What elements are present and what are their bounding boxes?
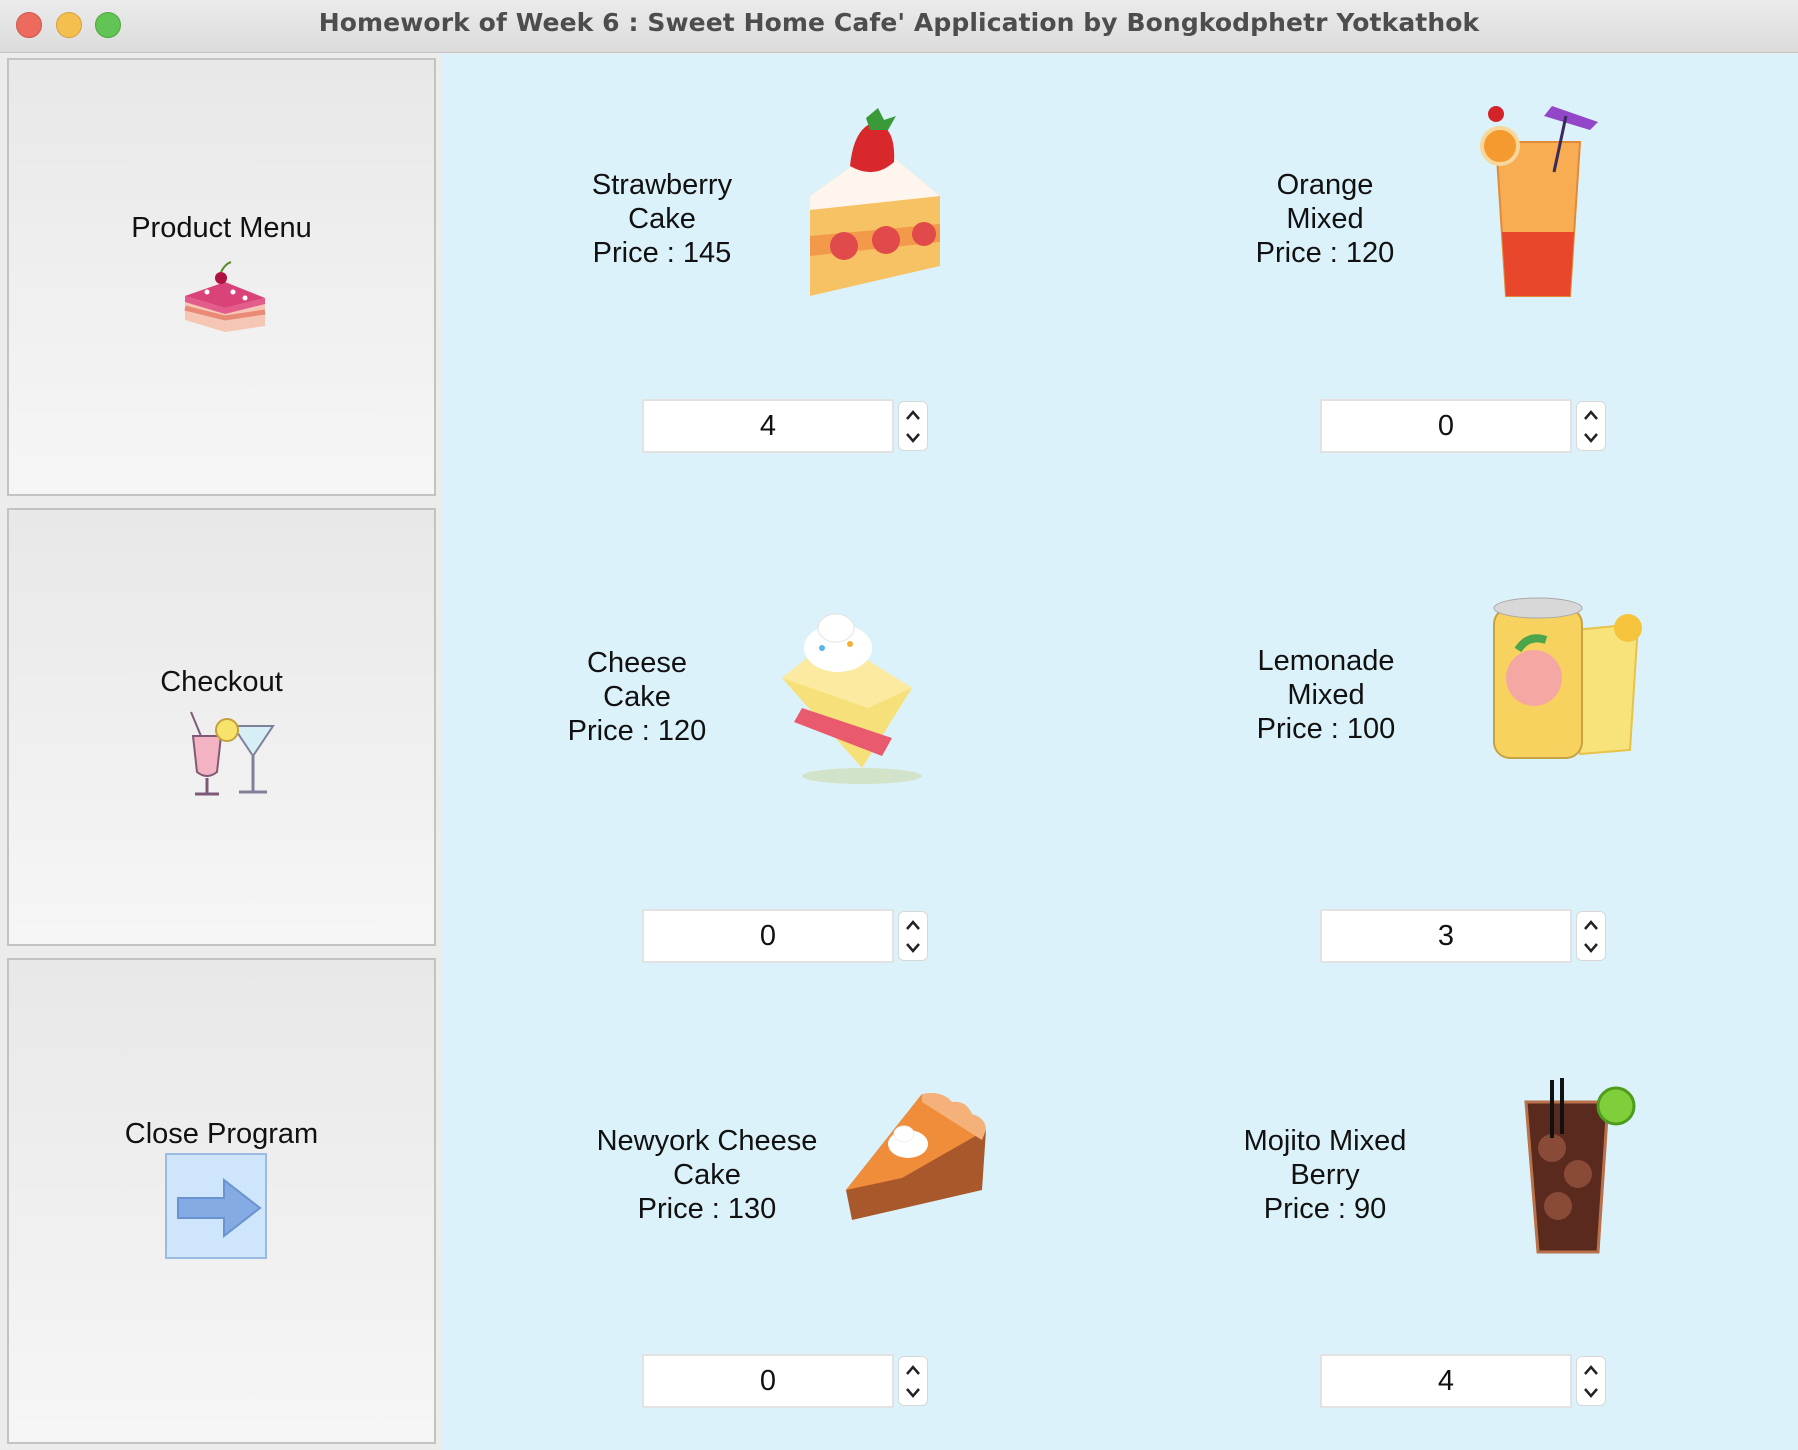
chevron-up-icon[interactable] <box>1577 913 1605 937</box>
product-price: Price : 130 <box>637 1193 777 1225</box>
quantity-field[interactable]: 0 <box>642 909 894 963</box>
chevron-up-icon[interactable] <box>899 1358 927 1382</box>
product-grid: Strawberry Cake Price : 145 4 Orange Mix… <box>442 54 1798 1450</box>
product-item: Orange Mixed Price : 120 <box>1240 168 1410 270</box>
chevron-up-icon[interactable] <box>899 913 927 937</box>
product-menu-button[interactable]: Product Menu <box>7 58 436 496</box>
chevron-down-icon[interactable] <box>899 936 927 960</box>
mojito-mixed-berry-qty-spinner[interactable]: 4 <box>1320 1354 1606 1408</box>
cheese-cake-qty-spinner[interactable]: 0 <box>642 909 928 963</box>
spinner-arrows <box>898 911 928 961</box>
spinner-arrows <box>1576 401 1606 451</box>
product-name: Mojito Mixed Berry <box>1243 1125 1407 1191</box>
close-program-button[interactable]: Close Program <box>7 958 436 1444</box>
cake-icon <box>184 261 266 332</box>
product-name: Cheese Cake <box>587 647 687 713</box>
product-price: Price : 120 <box>1255 237 1395 269</box>
pie-icon <box>846 1093 986 1220</box>
chevron-down-icon[interactable] <box>1577 1381 1605 1405</box>
orange-mixed-qty-spinner[interactable]: 0 <box>1320 399 1606 453</box>
chevron-down-icon[interactable] <box>1577 426 1605 450</box>
spinner-arrows <box>898 401 928 451</box>
quantity-field[interactable]: 3 <box>1320 909 1572 963</box>
strawberry-cake-qty-spinner[interactable]: 4 <box>642 399 928 453</box>
window-title: Homework of Week 6 : Sweet Home Cafe' Ap… <box>318 8 1480 37</box>
product-price: Price : 90 <box>1263 1193 1387 1225</box>
product-item: Strawberry Cake Price : 145 <box>562 168 762 270</box>
product-item: Lemonade Mixed Price : 100 <box>1222 644 1430 746</box>
product-item: Cheese Cake Price : 120 <box>552 646 722 748</box>
spinner-arrows <box>1576 1356 1606 1406</box>
newyork-cheese-cake-qty-spinner[interactable]: 0 <box>642 1354 928 1408</box>
product-name: Newyork Cheese Cake <box>596 1125 818 1191</box>
product-name: Strawberry Cake <box>591 169 733 235</box>
product-name: Orange Mixed <box>1276 169 1374 235</box>
chevron-up-icon[interactable] <box>1577 1358 1605 1382</box>
chevron-up-icon[interactable] <box>1577 403 1605 427</box>
mojito-icon <box>1524 1078 1636 1254</box>
title-bar: Homework of Week 6 : Sweet Home Cafe' Ap… <box>0 0 1798 53</box>
lemonade-mixed-qty-spinner[interactable]: 3 <box>1320 909 1606 963</box>
arrow-right-icon <box>165 1153 267 1259</box>
chevron-down-icon[interactable] <box>899 426 927 450</box>
chevron-down-icon[interactable] <box>1577 936 1605 960</box>
close-program-label: Close Program <box>124 1118 319 1150</box>
product-menu-label: Product Menu <box>131 212 312 244</box>
checkout-label: Checkout <box>160 666 283 698</box>
chevron-down-icon[interactable] <box>899 1381 927 1405</box>
checkout-button[interactable]: Checkout <box>7 508 436 946</box>
product-name: Lemonade Mixed <box>1257 645 1395 711</box>
cocktail-icon <box>190 711 275 796</box>
spinner-arrows <box>898 1356 928 1406</box>
quantity-field[interactable]: 0 <box>1320 399 1572 453</box>
quantity-field[interactable]: 0 <box>642 1354 894 1408</box>
product-item: Newyork Cheese Cake Price : 130 <box>572 1124 842 1226</box>
chevron-up-icon[interactable] <box>899 403 927 427</box>
cheese-cake-icon <box>782 613 922 784</box>
product-price: Price : 120 <box>567 715 707 747</box>
quantity-field[interactable]: 4 <box>1320 1354 1572 1408</box>
product-price: Price : 100 <box>1256 713 1396 745</box>
product-item: Mojito Mixed Berry Price : 90 <box>1212 1124 1438 1226</box>
strawberry-cake-icon <box>810 108 940 296</box>
quantity-field[interactable]: 4 <box>642 399 894 453</box>
app-window: Homework of Week 6 : Sweet Home Cafe' Ap… <box>0 0 1798 1450</box>
spinner-arrows <box>1576 911 1606 961</box>
orange-drink-icon <box>1480 106 1598 297</box>
lemonade-icon <box>1493 597 1642 759</box>
product-price: Price : 145 <box>592 237 732 269</box>
